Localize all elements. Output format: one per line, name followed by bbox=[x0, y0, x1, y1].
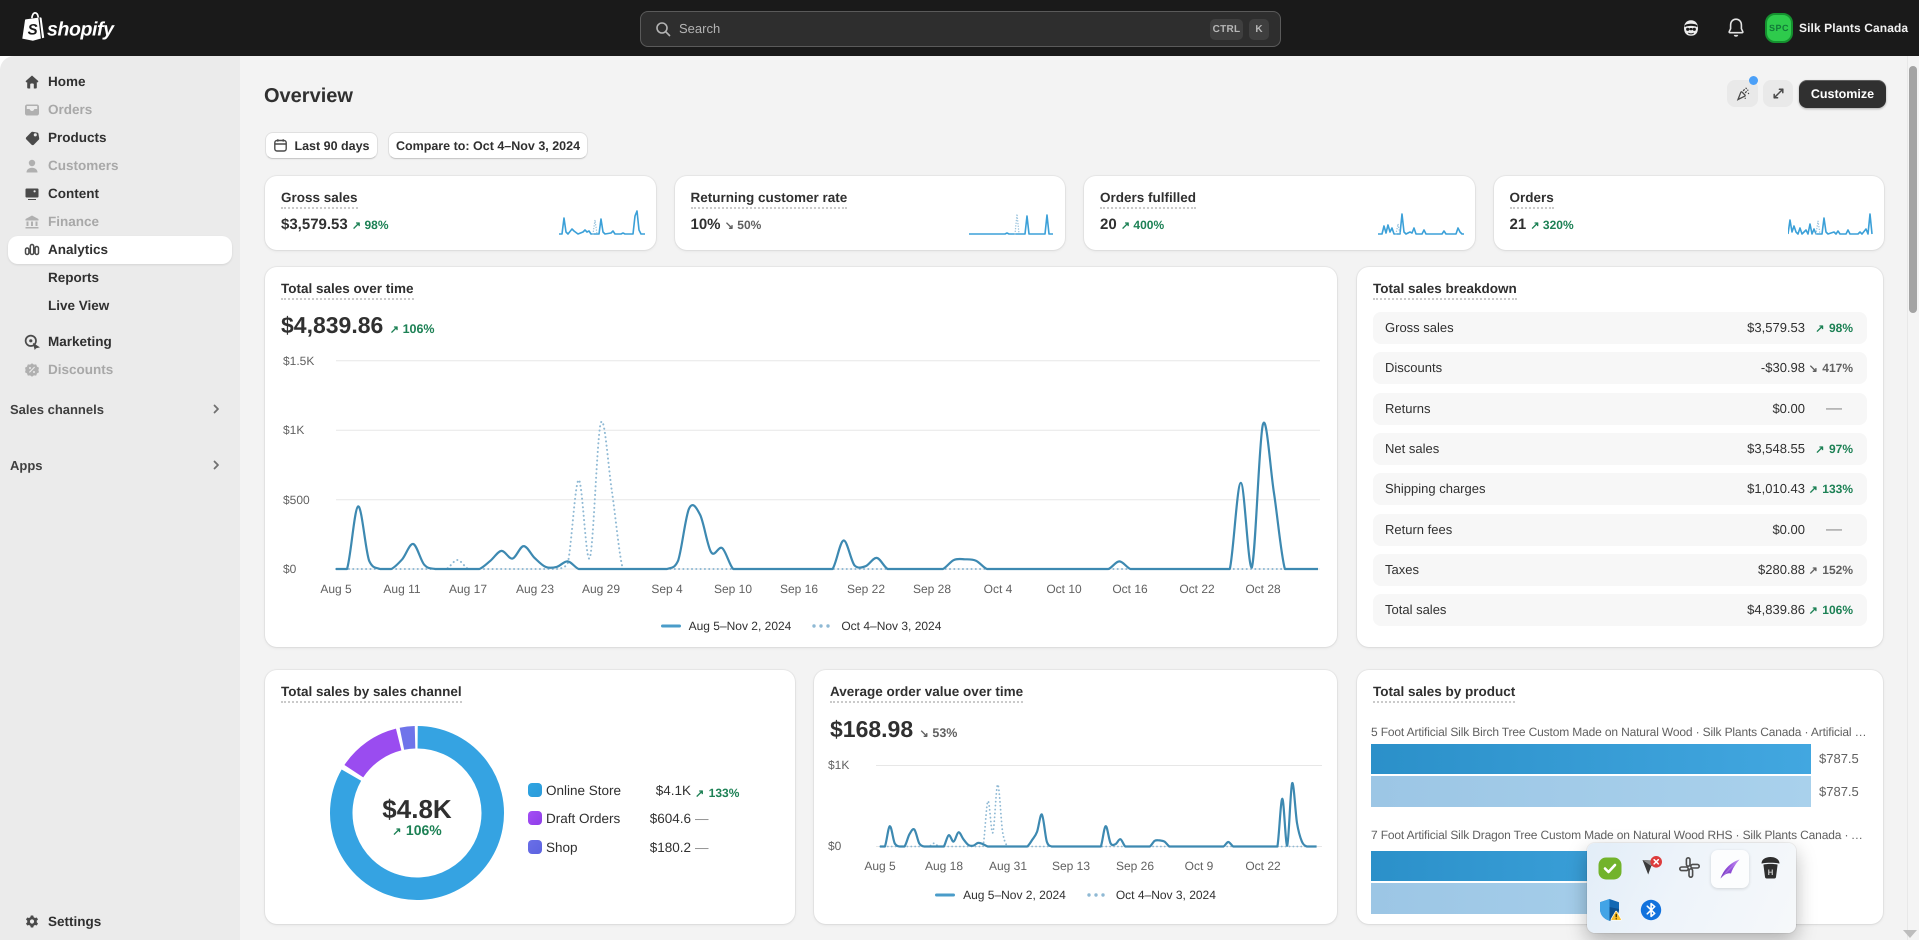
svg-text:shopify: shopify bbox=[47, 19, 115, 41]
svg-text:S: S bbox=[28, 22, 38, 39]
svg-text:H: H bbox=[1768, 868, 1774, 877]
